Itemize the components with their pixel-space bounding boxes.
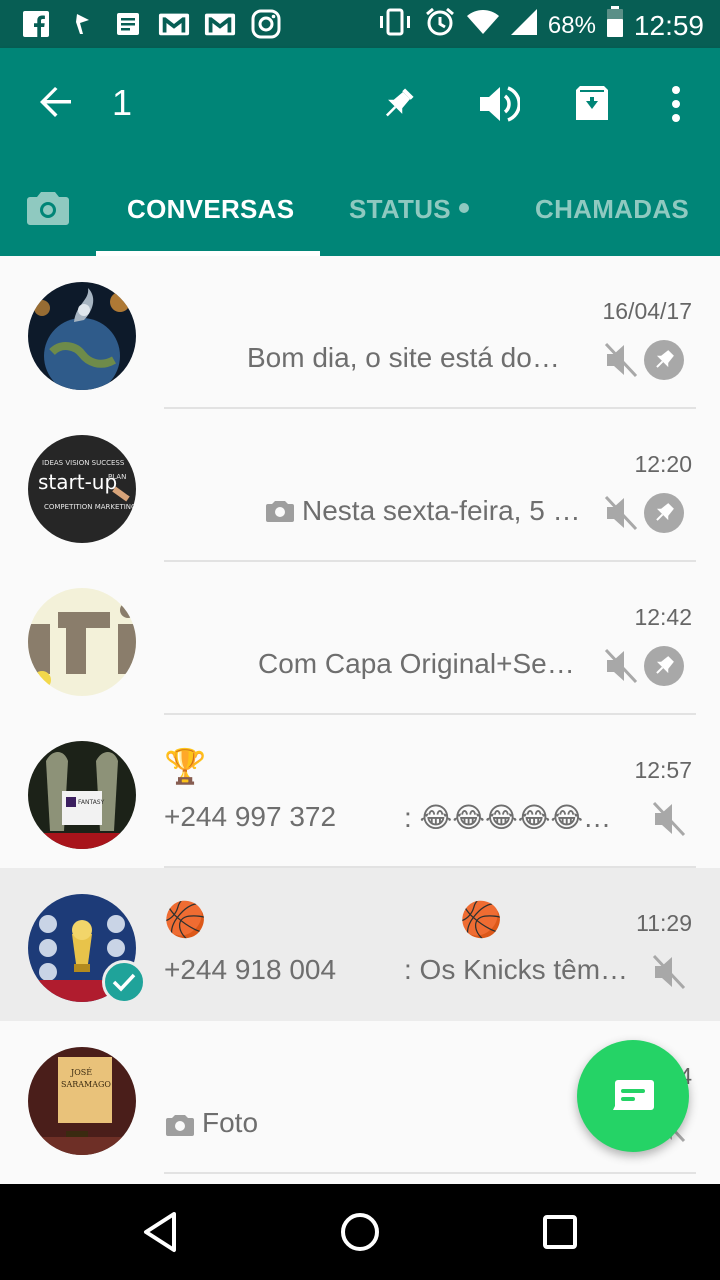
muted-icon bbox=[604, 495, 638, 531]
chat-row[interactable]: FANTASY 🏆 12:57 +244 997 372 : 😂😂😂😂😂… bbox=[0, 715, 720, 868]
muted-icon bbox=[652, 801, 686, 837]
tab-status[interactable]: STATUS bbox=[349, 194, 469, 225]
svg-text:SARAMAGO: SARAMAGO bbox=[61, 1080, 111, 1089]
battery-icon bbox=[606, 6, 624, 45]
navigation-bar bbox=[0, 1184, 720, 1280]
flag-icon bbox=[66, 8, 98, 40]
avatar[interactable] bbox=[28, 588, 136, 696]
nav-back-button[interactable] bbox=[132, 1204, 188, 1260]
chat-time: 11:29 bbox=[636, 910, 692, 936]
chat-name: 🏀 bbox=[164, 901, 207, 939]
camera-icon bbox=[27, 192, 69, 225]
vibrate-icon bbox=[376, 7, 414, 44]
status-bar: 68% 12:59 bbox=[0, 0, 720, 48]
signal-icon bbox=[510, 8, 538, 43]
chat-preview: Bom dia, o site está do… bbox=[247, 342, 560, 373]
circle-home-icon bbox=[341, 1213, 379, 1251]
chat-time: 12:57 bbox=[634, 757, 692, 783]
unmute-icon bbox=[480, 86, 520, 122]
pin-icon bbox=[385, 88, 414, 117]
camera-icon bbox=[266, 499, 294, 528]
chat-preview: : 😂😂😂😂😂… bbox=[404, 802, 612, 833]
status-update-dot bbox=[458, 203, 469, 214]
more-icon bbox=[672, 86, 680, 122]
gmail-icon bbox=[204, 8, 236, 40]
pinned-icon bbox=[644, 493, 684, 533]
check-icon bbox=[112, 973, 136, 992]
chat-row[interactable]: 16/04/17 Bom dia, o site está do… bbox=[0, 256, 720, 409]
avatar[interactable]: JOSÉ SARAMAGO bbox=[28, 1047, 136, 1155]
selected-check-badge bbox=[102, 960, 146, 1004]
chat-time: 16/04/17 bbox=[602, 298, 692, 324]
chat-row[interactable]: start-up IDEAS VISION SUCCESS COMPETITION … bbox=[0, 409, 720, 562]
system-indicators: 68% 12:59 bbox=[376, 6, 704, 45]
avatar[interactable] bbox=[28, 282, 136, 390]
chat-preview: Nesta sexta-feira, 5 … bbox=[302, 495, 581, 526]
news-icon bbox=[112, 8, 144, 40]
new-chat-button[interactable] bbox=[577, 1040, 689, 1152]
svg-text:FANTASY: FANTASY bbox=[78, 799, 105, 806]
svg-text:JOSÉ: JOSÉ bbox=[70, 1068, 92, 1077]
tab-conversas[interactable]: CONVERSAS bbox=[127, 194, 294, 225]
chat-time: 12:20 bbox=[634, 451, 692, 477]
tab-camera[interactable] bbox=[26, 188, 70, 232]
chat-preview: : Os Knicks têm… bbox=[404, 954, 629, 985]
archive-icon bbox=[576, 86, 608, 120]
svg-text:COMPETITION MARKETING: COMPETITION MARKETING bbox=[44, 503, 136, 511]
pinned-icon bbox=[644, 340, 684, 380]
svg-text:IDEAS VISION SUCCESS: IDEAS VISION SUCCESS bbox=[42, 459, 125, 467]
chat-time: 12:42 bbox=[634, 604, 692, 630]
arrow-back-icon bbox=[40, 87, 71, 117]
pin-button[interactable] bbox=[372, 78, 424, 130]
sender-phone: +244 997 372 bbox=[164, 801, 337, 832]
gmail-icon bbox=[158, 8, 190, 40]
clock: 12:59 bbox=[633, 9, 704, 41]
muted-icon bbox=[604, 342, 638, 378]
instagram-icon bbox=[250, 8, 282, 40]
nav-home-button[interactable] bbox=[332, 1204, 388, 1260]
more-options-button[interactable] bbox=[650, 78, 702, 130]
muted-icon bbox=[652, 954, 686, 990]
app-bar: 1 CONVERSAS STATUS CHAMADAS bbox=[0, 48, 720, 256]
svg-text:PLAN: PLAN bbox=[108, 473, 126, 481]
svg-text:start-up: start-up bbox=[38, 470, 117, 494]
chat-name-emoji: 🏀 bbox=[460, 901, 503, 939]
sender-phone: +244 918 004 bbox=[164, 954, 337, 985]
nav-recents-button[interactable] bbox=[532, 1204, 588, 1260]
facebook-icon bbox=[20, 8, 52, 40]
square-recents-icon bbox=[543, 1215, 577, 1249]
chat-preview: Com Capa Original+Se… bbox=[258, 648, 575, 679]
selected-count: 1 bbox=[112, 82, 133, 123]
chat-preview: Foto bbox=[202, 1107, 259, 1138]
row-divider bbox=[164, 1172, 696, 1174]
tab-bar: CONVERSAS STATUS CHAMADAS bbox=[0, 168, 720, 256]
notification-icons bbox=[20, 8, 282, 40]
avatar[interactable]: start-up IDEAS VISION SUCCESS COMPETITION … bbox=[28, 435, 136, 543]
alarm-icon bbox=[424, 6, 456, 45]
new-chat-icon bbox=[613, 1080, 654, 1110]
tab-chamadas[interactable]: CHAMADAS bbox=[535, 194, 689, 225]
triangle-back-icon bbox=[144, 1212, 176, 1252]
unmute-button[interactable] bbox=[472, 78, 524, 130]
chat-name: 🏆 bbox=[164, 748, 207, 786]
chat-row[interactable]: 12:42 Com Capa Original+Se… bbox=[0, 562, 720, 715]
chat-row-selected[interactable]: 🏀 🏀 11:29 +244 918 004 : Os Knicks têm… bbox=[0, 868, 720, 1021]
wifi-icon bbox=[466, 8, 500, 43]
pinned-icon bbox=[644, 646, 684, 686]
battery-level: 68% bbox=[547, 11, 596, 39]
archive-button[interactable] bbox=[566, 78, 618, 130]
avatar[interactable]: FANTASY bbox=[28, 741, 136, 849]
muted-icon bbox=[604, 648, 638, 684]
back-button[interactable] bbox=[30, 76, 82, 128]
camera-icon bbox=[166, 1113, 194, 1142]
